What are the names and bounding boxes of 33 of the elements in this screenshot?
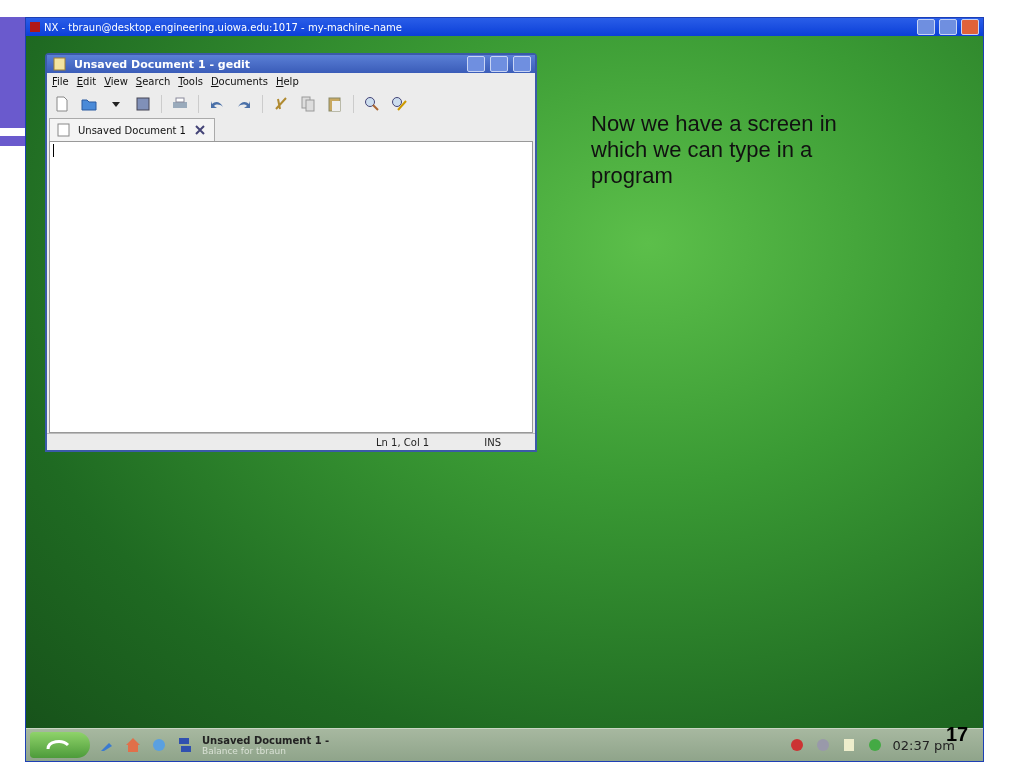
workspace-icon[interactable] xyxy=(176,736,194,754)
document-icon xyxy=(55,121,73,139)
menu-item[interactable]: Edit xyxy=(76,76,97,87)
menu-item[interactable]: Tools xyxy=(178,76,203,87)
app-icon xyxy=(30,22,40,32)
menu-item[interactable]: File xyxy=(52,76,69,87)
notepad-icon xyxy=(51,55,69,73)
paste-icon[interactable] xyxy=(326,95,344,113)
start-button[interactable] xyxy=(30,732,90,758)
save-icon[interactable] xyxy=(134,95,152,113)
new-document-icon[interactable] xyxy=(53,95,71,113)
insert-mode: INS xyxy=(484,436,501,448)
menu-item[interactable]: Documents xyxy=(210,76,268,87)
window-title: Unsaved Document 1 - gedit xyxy=(74,57,252,71)
window-title: NX - tbraun@desktop.engineering.uiowa.edu:1017 - my-machine-name xyxy=(44,21,403,33)
maximize-button[interactable] xyxy=(939,19,957,35)
menu-item[interactable]: View xyxy=(104,76,128,87)
replace-icon[interactable] xyxy=(390,95,408,113)
search-icon[interactable] xyxy=(363,95,381,113)
minimize-button[interactable] xyxy=(917,19,935,35)
taskbar-task[interactable]: Unsaved Document 1 - Balance for tbraun xyxy=(202,734,402,756)
menu-item[interactable]: Search xyxy=(135,76,171,87)
document-tab[interactable]: Unsaved Document 1 xyxy=(49,118,215,141)
menu-item[interactable]: Help xyxy=(275,76,299,87)
cursor-position: Ln 1, Col 1 xyxy=(376,436,430,448)
close-button[interactable] xyxy=(961,19,979,35)
slide-caption: Now we have a screen in which we can type in a program xyxy=(591,111,838,189)
minimize-button[interactable] xyxy=(467,56,485,72)
home-icon[interactable] xyxy=(124,736,142,754)
slide-stripe xyxy=(0,136,25,146)
close-button[interactable] xyxy=(513,56,531,72)
copy-icon[interactable] xyxy=(299,95,317,113)
maximize-button[interactable] xyxy=(490,56,508,72)
